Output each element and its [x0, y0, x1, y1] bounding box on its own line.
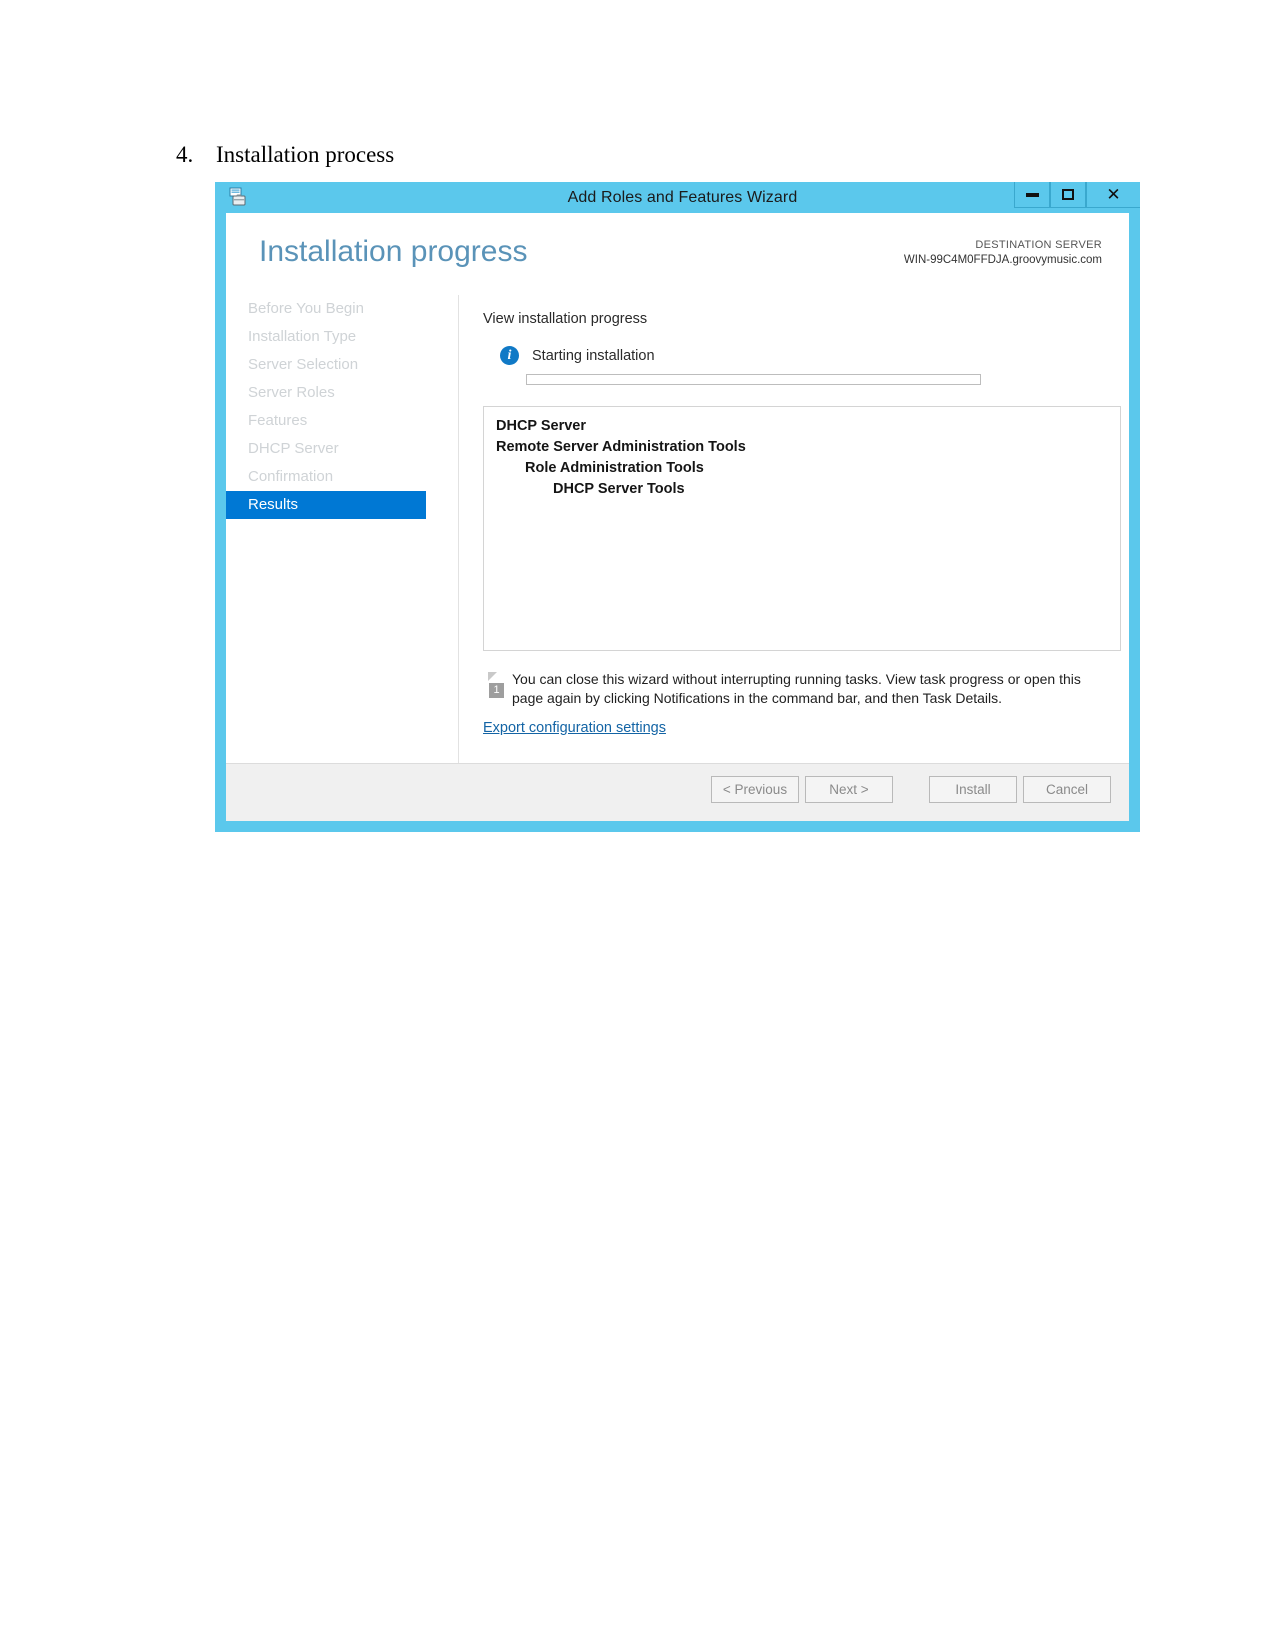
- sidebar-item-features[interactable]: Features: [226, 407, 458, 435]
- notification-count: 1: [489, 683, 504, 698]
- sidebar-item-confirmation[interactable]: Confirmation: [226, 463, 458, 491]
- close-button[interactable]: ✕: [1086, 182, 1140, 208]
- maximize-icon: [1062, 189, 1074, 200]
- sidebar-item-installation-type[interactable]: Installation Type: [226, 323, 458, 351]
- window-body: Installation progress DESTINATION SERVER…: [226, 213, 1129, 821]
- close-icon: ✕: [1106, 185, 1121, 204]
- sidebar-item-results[interactable]: Results: [226, 491, 426, 519]
- wizard-icon: [228, 187, 248, 207]
- next-button[interactable]: Next >: [805, 776, 893, 803]
- notice-text: You can close this wizard without interr…: [512, 671, 1081, 706]
- list-item: DHCP Server: [496, 418, 587, 434]
- document-heading: 4. Installation process: [176, 142, 394, 168]
- minimize-icon: [1025, 192, 1039, 197]
- window-title: Add Roles and Features Wizard: [567, 188, 798, 206]
- destination-server-name: WIN-99C4M0FFDJA.groovymusic.com: [903, 253, 1102, 266]
- list-item: DHCP Server Tools: [553, 481, 685, 497]
- installation-progress-bar: [526, 374, 981, 385]
- export-configuration-settings-link[interactable]: Export configuration settings: [483, 720, 666, 736]
- heading-list-number: 4.: [176, 142, 194, 167]
- info-icon: i: [500, 346, 519, 365]
- sidebar-item-before-you-begin[interactable]: Before You Begin: [226, 295, 458, 323]
- sidebar-item-dhcp-server[interactable]: DHCP Server: [226, 435, 458, 463]
- list-item: Remote Server Administration Tools: [496, 439, 746, 455]
- destination-server-block: DESTINATION SERVER WIN-99C4M0FFDJA.groov…: [904, 238, 1102, 268]
- heading-text: Installation process: [216, 142, 395, 167]
- wizard-content: Before You Begin Installation Type Serve…: [226, 295, 1129, 763]
- window-controls: ✕: [1014, 182, 1140, 209]
- installation-status-row: i Starting installation: [483, 346, 1107, 365]
- notification-badge-icon: 1: [486, 672, 512, 702]
- close-wizard-notice: 1 You can close this wizard without inte…: [483, 670, 1107, 708]
- sidebar-item-server-selection[interactable]: Server Selection: [226, 351, 458, 379]
- installation-status-text: Starting installation: [532, 347, 655, 364]
- add-roles-wizard-window: Add Roles and Features Wizard ✕ Installa…: [215, 182, 1140, 832]
- section-label: View installation progress: [483, 311, 648, 327]
- destination-server-label: DESTINATION SERVER: [975, 239, 1102, 251]
- page-header: Installation progress DESTINATION SERVER…: [226, 213, 1129, 275]
- footer-button-group: < Previous Next > Install Cancel: [705, 776, 1111, 803]
- window-titlebar[interactable]: Add Roles and Features Wizard ✕: [215, 182, 1140, 213]
- wizard-step-nav: Before You Begin Installation Type Serve…: [226, 295, 459, 763]
- previous-button[interactable]: < Previous: [711, 776, 799, 803]
- cancel-button[interactable]: Cancel: [1023, 776, 1111, 803]
- wizard-footer: < Previous Next > Install Cancel: [226, 763, 1129, 821]
- maximize-button[interactable]: [1050, 182, 1086, 208]
- sidebar-item-server-roles[interactable]: Server Roles: [226, 379, 458, 407]
- installation-progress-pane: View installation progress i Starting in…: [460, 295, 1129, 763]
- installed-components-list[interactable]: DHCP Server Remote Server Administration…: [483, 406, 1121, 651]
- minimize-button[interactable]: [1014, 182, 1050, 208]
- list-item: Role Administration Tools: [525, 460, 704, 476]
- install-button[interactable]: Install: [929, 776, 1017, 803]
- page-title: Installation progress: [259, 235, 528, 268]
